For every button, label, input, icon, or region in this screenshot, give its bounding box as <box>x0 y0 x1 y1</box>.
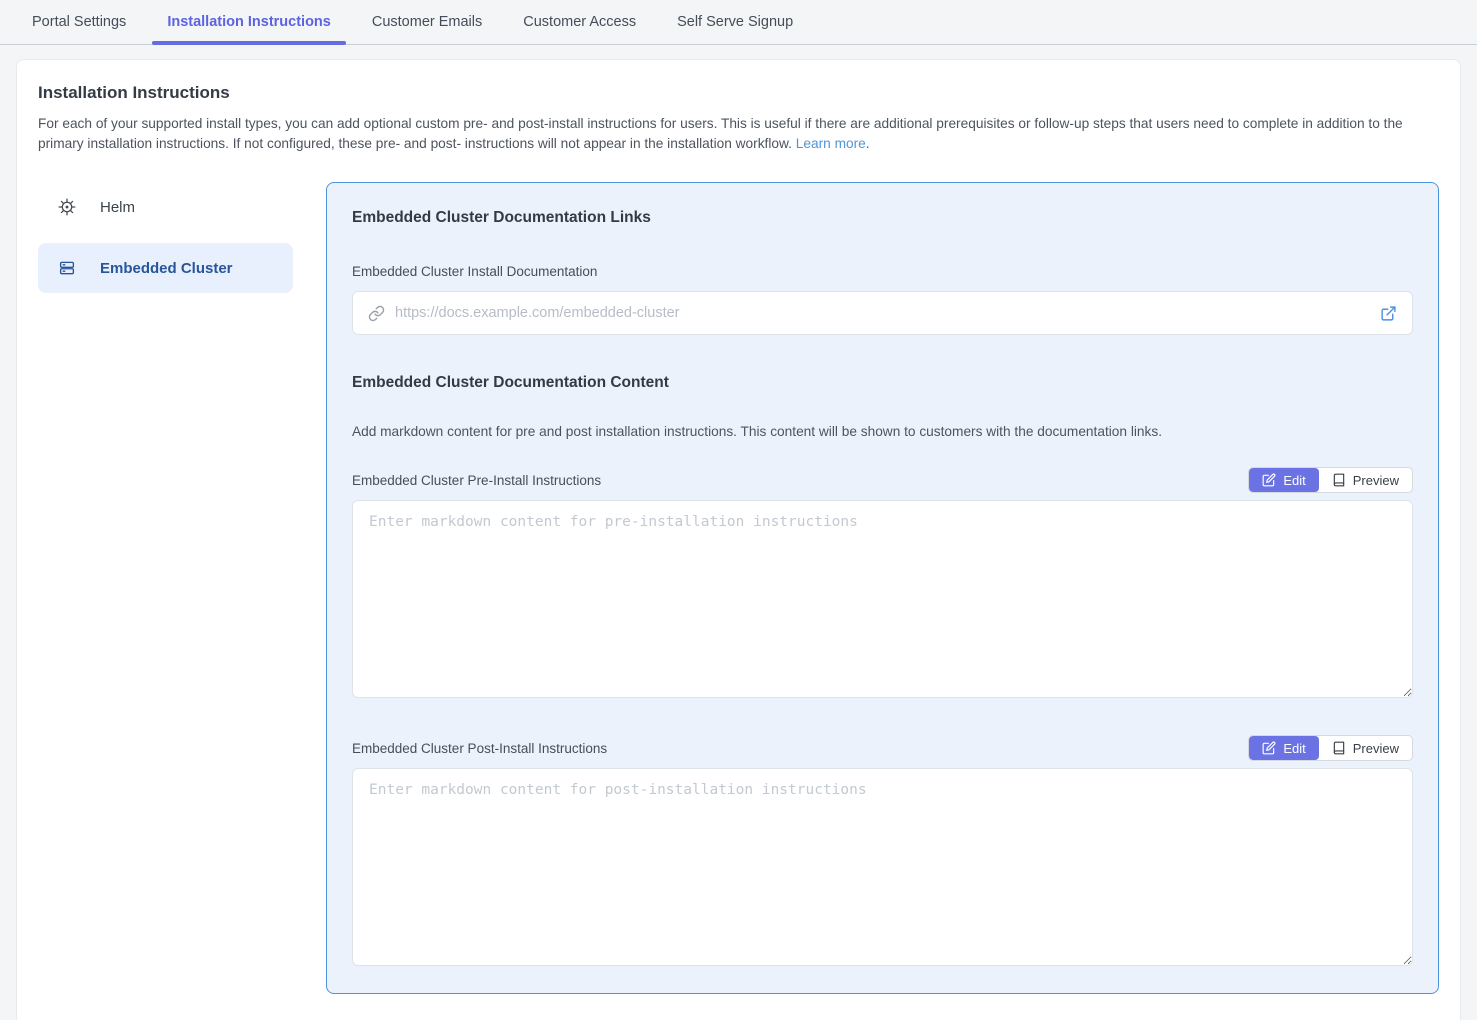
docs-content-description: Add markdown content for pre and post in… <box>352 424 1413 439</box>
post-install-label: Embedded Cluster Post-Install Instructio… <box>352 741 607 756</box>
preview-button-label: Preview <box>1353 741 1399 756</box>
pre-install-label: Embedded Cluster Pre-Install Instruction… <box>352 473 601 488</box>
nav-item-label: Embedded Cluster <box>100 260 233 277</box>
tab-self-serve-signup[interactable]: Self Serve Signup <box>677 0 793 44</box>
external-link-icon[interactable] <box>1380 305 1397 322</box>
docs-content-heading: Embedded Cluster Documentation Content <box>352 374 1413 392</box>
learn-more-link[interactable]: Learn more <box>796 136 866 151</box>
server-stack-icon <box>58 259 76 277</box>
edit-icon <box>1262 473 1276 487</box>
install-type-nav: Helm Embedded Cluster <box>38 182 293 994</box>
link-icon <box>368 305 385 322</box>
tab-customer-access[interactable]: Customer Access <box>523 0 636 44</box>
edit-icon <box>1262 741 1276 755</box>
content-row: Helm Embedded Cluster Embedded Cluster D… <box>38 182 1439 994</box>
helm-icon <box>58 198 76 216</box>
pre-install-textarea[interactable] <box>352 500 1413 698</box>
edit-button-label: Edit <box>1283 741 1305 756</box>
install-doc-label: Embedded Cluster Install Documentation <box>352 264 1413 279</box>
page-description: For each of your supported install types… <box>38 114 1436 154</box>
pre-install-preview-button[interactable]: Preview <box>1319 468 1412 492</box>
tab-customer-emails[interactable]: Customer Emails <box>372 0 482 44</box>
tab-installation-instructions[interactable]: Installation Instructions <box>167 0 331 44</box>
page-description-text: For each of your supported install types… <box>38 116 1403 151</box>
learn-more-suffix: . <box>866 136 870 151</box>
preview-book-icon <box>1332 741 1346 755</box>
page-title: Installation Instructions <box>38 83 1439 103</box>
tab-portal-settings[interactable]: Portal Settings <box>32 0 126 44</box>
nav-item-helm[interactable]: Helm <box>38 182 293 232</box>
nav-item-label: Helm <box>100 199 135 216</box>
post-install-mode-toggle: Edit Preview <box>1248 735 1413 761</box>
post-install-preview-button[interactable]: Preview <box>1319 736 1412 760</box>
preview-book-icon <box>1332 473 1346 487</box>
pre-install-editor-header: Embedded Cluster Pre-Install Instruction… <box>352 467 1413 493</box>
post-install-edit-button[interactable]: Edit <box>1249 736 1318 760</box>
embedded-cluster-panel: Embedded Cluster Documentation Links Emb… <box>326 182 1439 994</box>
nav-item-embedded-cluster[interactable]: Embedded Cluster <box>38 243 293 293</box>
install-doc-input-wrap <box>352 291 1413 335</box>
install-doc-url-input[interactable] <box>395 305 1370 321</box>
pre-install-mode-toggle: Edit Preview <box>1248 467 1413 493</box>
post-install-editor-header: Embedded Cluster Post-Install Instructio… <box>352 735 1413 761</box>
edit-button-label: Edit <box>1283 473 1305 488</box>
post-install-textarea[interactable] <box>352 768 1413 966</box>
preview-button-label: Preview <box>1353 473 1399 488</box>
installation-instructions-card: Installation Instructions For each of yo… <box>16 59 1461 1020</box>
settings-tabbar: Portal Settings Installation Instruction… <box>0 0 1477 45</box>
pre-install-edit-button[interactable]: Edit <box>1249 468 1318 492</box>
docs-links-heading: Embedded Cluster Documentation Links <box>352 209 1413 227</box>
